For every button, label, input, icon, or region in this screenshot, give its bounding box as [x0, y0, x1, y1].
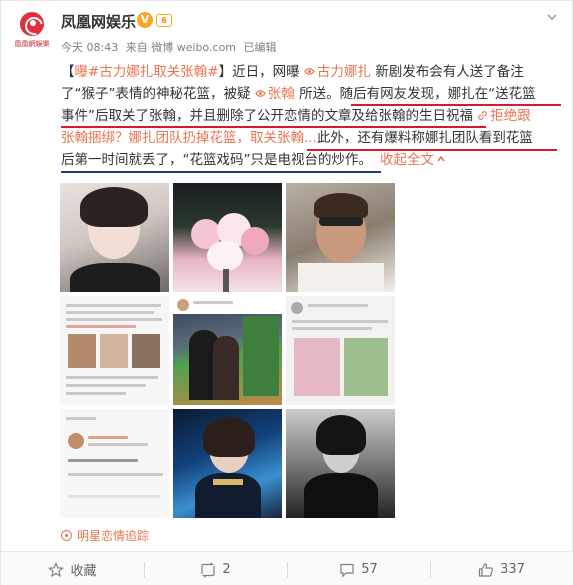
post-text: 此外，还有爆料称娜扎团队看到花篮	[316, 130, 533, 146]
article-link[interactable]: 张翰捆绑？娜扎团队扔掉花篮，取关张翰...	[61, 130, 317, 146]
post-text: 后第一时间就丢了，“花篮戏码”只是电视台的炒作。	[61, 152, 372, 168]
mention-link[interactable]: 张翰	[268, 86, 295, 102]
repost-count: 2	[222, 562, 231, 577]
photo-thumbnail[interactable]	[60, 183, 169, 292]
article-link[interactable]: 拒绝跟	[490, 108, 531, 124]
collapse-link[interactable]: 收起全文	[380, 152, 434, 168]
post-time[interactable]: 今天 08:43	[61, 41, 118, 54]
comment-icon	[340, 563, 354, 577]
post-text: 了“猴子”表情的神秘花篮，被疑	[61, 86, 255, 102]
photo-thumbnail[interactable]	[286, 296, 395, 405]
favorite-button[interactable]: 收藏	[1, 552, 144, 585]
photo-thumbnail[interactable]	[60, 296, 169, 405]
post-text: 新剧发布会有人送了备注	[370, 64, 524, 80]
thumbs-up-icon	[478, 562, 493, 577]
phoenix-logo-icon	[20, 11, 44, 36]
collapse-arrow-icon[interactable]	[436, 154, 446, 164]
photo-grid	[60, 183, 395, 518]
photo-thumbnail[interactable]	[173, 183, 282, 292]
chevron-down-icon[interactable]	[546, 11, 558, 23]
user-mention-icon	[254, 90, 266, 97]
bracket: 】	[218, 64, 233, 80]
post-source[interactable]: 来自 微博 weibo.com	[126, 41, 236, 54]
post-text-line: 【曝#古力娜扎取关张翰#】近日，网曝 古力娜扎 新剧发布会有人送了备注	[61, 61, 524, 83]
mention-link[interactable]: 古力娜扎	[317, 64, 371, 80]
photo-thumbnail[interactable]	[286, 183, 395, 292]
avatar-caption: 凰凰網娛樂	[14, 39, 50, 48]
post-text-line: 张翰捆绑？娜扎团队扔掉花篮，取关张翰...此外，还有爆料称娜扎团队看到花篮	[61, 127, 533, 149]
link-icon	[478, 111, 488, 120]
photo-thumbnail[interactable]	[286, 409, 395, 518]
location-pin-icon	[61, 530, 72, 541]
annotation-underline	[61, 171, 381, 173]
post-text: 近日，网曝	[232, 64, 304, 80]
user-mention-icon	[304, 68, 315, 75]
post-meta: 今天 08:43 来自 微博 weibo.com 已编辑	[61, 39, 281, 55]
vip-badge-icon: 6	[156, 14, 172, 27]
post-text-line: 事件”后取关了张翰，并且删除了公开恋情的文章及给张翰的生日祝福 拒绝跟	[61, 105, 531, 127]
topic-source-tag[interactable]: 明星恋情追踪	[61, 527, 149, 544]
post-text: 所送。随后有网友发现，娜扎在“送花篮	[294, 86, 536, 102]
repost-button[interactable]: 2	[144, 552, 287, 585]
star-icon	[48, 561, 65, 577]
topic-hashtag[interactable]: 曝#古力娜扎取关张翰#	[75, 64, 219, 80]
like-button[interactable]: 337	[430, 552, 573, 585]
like-count: 337	[500, 562, 525, 577]
source-tag-label: 明星恋情追踪	[77, 529, 150, 543]
favorite-label: 收藏	[70, 564, 97, 579]
post-text: 事件”后取关了张翰，并且删除了公开恋情的文章及给张翰的生日祝福	[61, 108, 478, 124]
action-bar: 收藏 2 57 337	[1, 551, 573, 585]
avatar[interactable]: 凰凰網娛樂	[12, 9, 52, 49]
photo-thumbnail[interactable]	[173, 296, 282, 405]
bracket: 【	[61, 64, 75, 80]
edited-label[interactable]: 已编辑	[244, 41, 277, 54]
photo-thumbnail[interactable]	[173, 409, 282, 518]
comment-count: 57	[361, 562, 378, 577]
account-name[interactable]: 凤凰网娱乐	[61, 11, 136, 32]
repost-icon	[201, 561, 215, 578]
weibo-post-card: 凰凰網娛樂 凤凰网娱乐 V 6 今天 08:43 来自 微博 weibo.com…	[0, 0, 573, 585]
photo-thumbnail[interactable]	[60, 409, 169, 518]
verified-badge-icon: V	[137, 12, 153, 28]
post-text-line: 了“猴子”表情的神秘花篮，被疑 张翰 所送。随后有网友发现，娜扎在“送花篮	[61, 83, 536, 105]
comment-button[interactable]: 57	[287, 552, 430, 585]
post-text-line: 后第一时间就丢了，“花篮戏码”只是电视台的炒作。 收起全文	[61, 149, 446, 171]
